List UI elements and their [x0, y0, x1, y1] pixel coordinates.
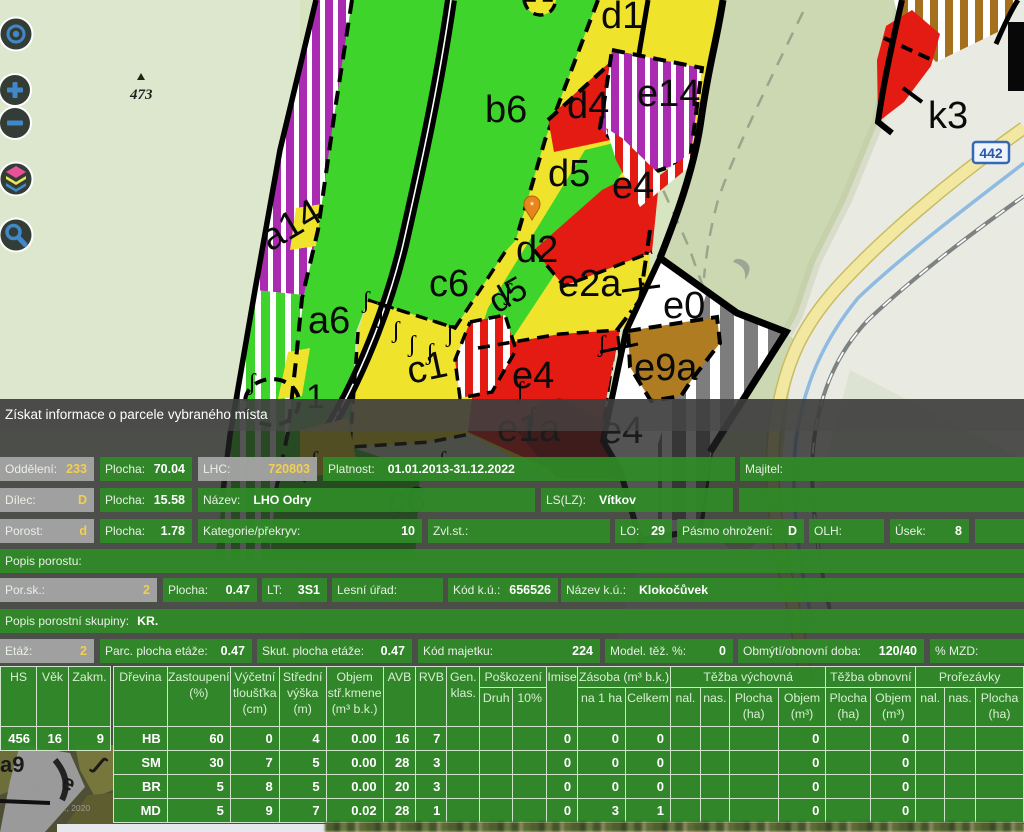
svg-text:d4: d4 [567, 85, 609, 127]
svg-text:Seznam.cz, a.s., 2020: Seznam.cz, a.s., 2020 [6, 803, 90, 813]
svg-text:a9: a9 [0, 752, 24, 777]
svg-text:ʃ: ʃ [445, 322, 455, 348]
svg-text:e14: e14 [637, 73, 700, 115]
svg-text:25: 25 [30, 783, 39, 792]
svg-text:ʃ: ʃ [376, 303, 386, 329]
svg-text:ʃ: ʃ [247, 370, 257, 396]
svg-text:e4: e4 [612, 165, 654, 207]
svg-text:k3: k3 [928, 95, 968, 137]
svg-text:ʃ: ʃ [597, 332, 607, 358]
svg-text:442: 442 [979, 145, 1003, 161]
svg-text:473: 473 [129, 87, 153, 103]
svg-text:ʃ: ʃ [391, 318, 401, 344]
svg-text:e2a: e2a [558, 263, 622, 305]
svg-text:c6: c6 [429, 263, 469, 305]
svg-text:e0: e0 [663, 285, 705, 327]
svg-text:e4: e4 [512, 355, 554, 397]
svg-text:ʃ: ʃ [361, 288, 371, 314]
svg-text:e9a: e9a [634, 347, 698, 389]
svg-text:59: 59 [70, 786, 79, 795]
svg-text:d5: d5 [548, 153, 590, 195]
svg-text:a6: a6 [308, 300, 350, 342]
svg-text:d2: d2 [516, 229, 558, 271]
svg-text:c1: c1 [403, 343, 451, 392]
svg-text:d1: d1 [601, 0, 643, 37]
svg-text:*: * [530, 200, 535, 212]
svg-text:b6: b6 [485, 89, 527, 131]
